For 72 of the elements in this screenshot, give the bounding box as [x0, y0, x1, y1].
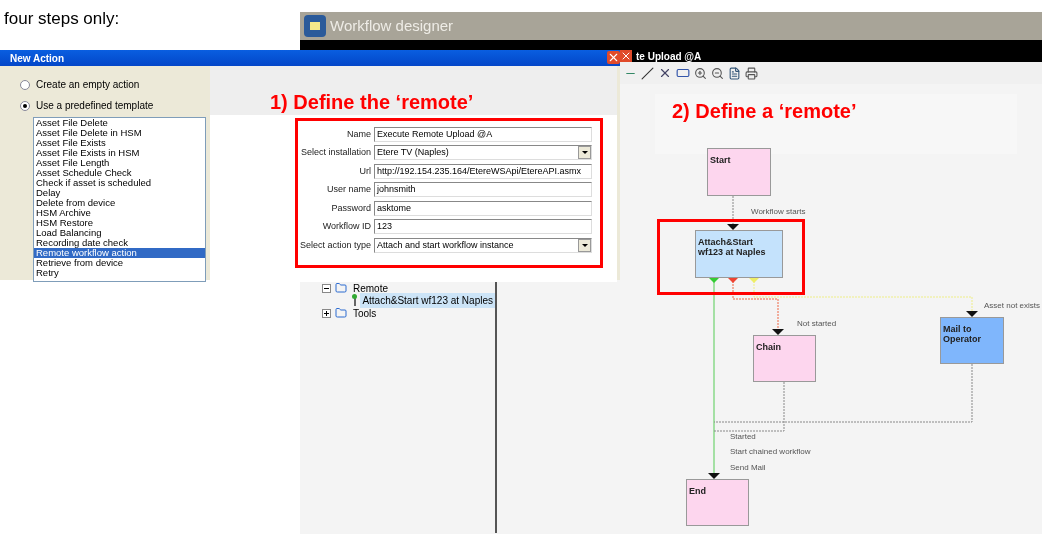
- arrow-head-icon: [708, 473, 720, 479]
- intro-text: four steps only:: [4, 8, 120, 30]
- list-item[interactable]: Check if asset is scheduled: [34, 178, 205, 188]
- printer-icon[interactable]: [745, 66, 758, 80]
- radio-label: Use a predefined template: [36, 99, 154, 113]
- callout-text: 2) Define a ‘remote’: [672, 100, 857, 122]
- list-item[interactable]: Retrieve from device: [34, 258, 205, 268]
- field-label: Workflow ID: [321, 220, 372, 233]
- field-label: Name: [346, 127, 372, 141]
- field-label: Select installation: [299, 146, 372, 159]
- list-item[interactable]: HSM Archive: [34, 208, 205, 218]
- workflow-node[interactable]: Chain: [753, 335, 816, 382]
- dropdown[interactable]: Attach and start workflow instance: [374, 237, 592, 253]
- rectangle-icon[interactable]: [676, 66, 690, 80]
- radio-button[interactable]: [20, 79, 30, 90]
- list-item[interactable]: Retry: [34, 268, 205, 278]
- workflow-node[interactable]: Mail to Operator: [940, 317, 1004, 364]
- expander-icon[interactable]: [322, 283, 331, 293]
- workflow-node[interactable]: Start: [707, 148, 771, 196]
- arrow-head-icon: [772, 329, 784, 335]
- connection-label: Start chained workflow: [730, 446, 811, 458]
- field-label: User name: [326, 183, 372, 196]
- input-field[interactable]: 123: [374, 219, 592, 235]
- radio-label: Create an empty action: [36, 78, 140, 92]
- input-field[interactable]: johnsmith: [374, 182, 592, 198]
- field-label: Select action type: [298, 238, 372, 252]
- field-label: Url: [358, 164, 372, 178]
- connection-label: Started: [730, 431, 756, 443]
- list-item[interactable]: Load Balancing: [34, 228, 205, 238]
- tree-item[interactable]: Attach&Start wf123 at Naples: [360, 293, 495, 309]
- connection-label: Send Mail: [730, 462, 766, 474]
- callout-text: 1) Define the ‘remote’: [270, 91, 474, 113]
- list-item[interactable]: Delete from device: [34, 198, 205, 208]
- list-item[interactable]: HSM Restore: [34, 218, 205, 228]
- connection-label: Not started: [797, 318, 837, 330]
- list-item[interactable]: Asset File Delete in HSM: [34, 128, 205, 138]
- connector-tool-icon[interactable]: [641, 66, 654, 80]
- connection-label: Workflow starts: [751, 206, 806, 218]
- window-title: Workflow designer: [330, 15, 454, 36]
- list-item[interactable]: Asset File Length: [34, 158, 205, 168]
- workflow-node[interactable]: End: [686, 479, 749, 526]
- dropdown[interactable]: Etere TV (Naples): [374, 145, 592, 161]
- list-item[interactable]: Recording date check: [34, 238, 205, 248]
- expander-icon[interactable]: [322, 308, 331, 318]
- list-item[interactable]: Remote workflow action: [34, 248, 205, 258]
- folder-icon: [335, 282, 347, 295]
- workflow-node[interactable]: Attach&Start wf123 at Naples: [695, 230, 783, 278]
- list-item[interactable]: Asset File Delete: [34, 118, 205, 128]
- field-label: Password: [330, 201, 372, 215]
- node-icon: [354, 295, 357, 306]
- zoom-in-icon[interactable]: [694, 66, 707, 80]
- arrow-head-icon: [727, 224, 739, 230]
- input-field[interactable]: Execute Remote Upload @A: [374, 126, 592, 142]
- folder-icon: [335, 307, 347, 320]
- document-title: te Upload @A: [636, 49, 702, 64]
- close-button[interactable]: [607, 51, 620, 64]
- dialog-title: New Action: [10, 51, 65, 66]
- zoom-out-icon[interactable]: [711, 66, 724, 80]
- list-item[interactable]: Delay: [34, 188, 205, 198]
- close-icon[interactable]: [620, 50, 632, 62]
- document-icon[interactable]: [728, 66, 741, 80]
- app-icon: [304, 15, 326, 37]
- input-field[interactable]: http://192.154.235.164/EtereWSApi/EtereAPI.asmx: [374, 163, 592, 179]
- input-field[interactable]: asktome: [374, 200, 592, 216]
- list-item[interactable]: Asset File Exists: [34, 138, 205, 148]
- connection-label: Asset not exists: [984, 300, 1041, 312]
- arrow-head-icon: [966, 311, 978, 317]
- list-item[interactable]: Asset File Exists in HSM: [34, 148, 205, 158]
- tree-item[interactable]: Remote: [351, 280, 390, 296]
- list-item[interactable]: Asset Schedule Check: [34, 168, 205, 178]
- delete-icon[interactable]: [658, 66, 672, 80]
- radio-button[interactable]: [20, 100, 30, 111]
